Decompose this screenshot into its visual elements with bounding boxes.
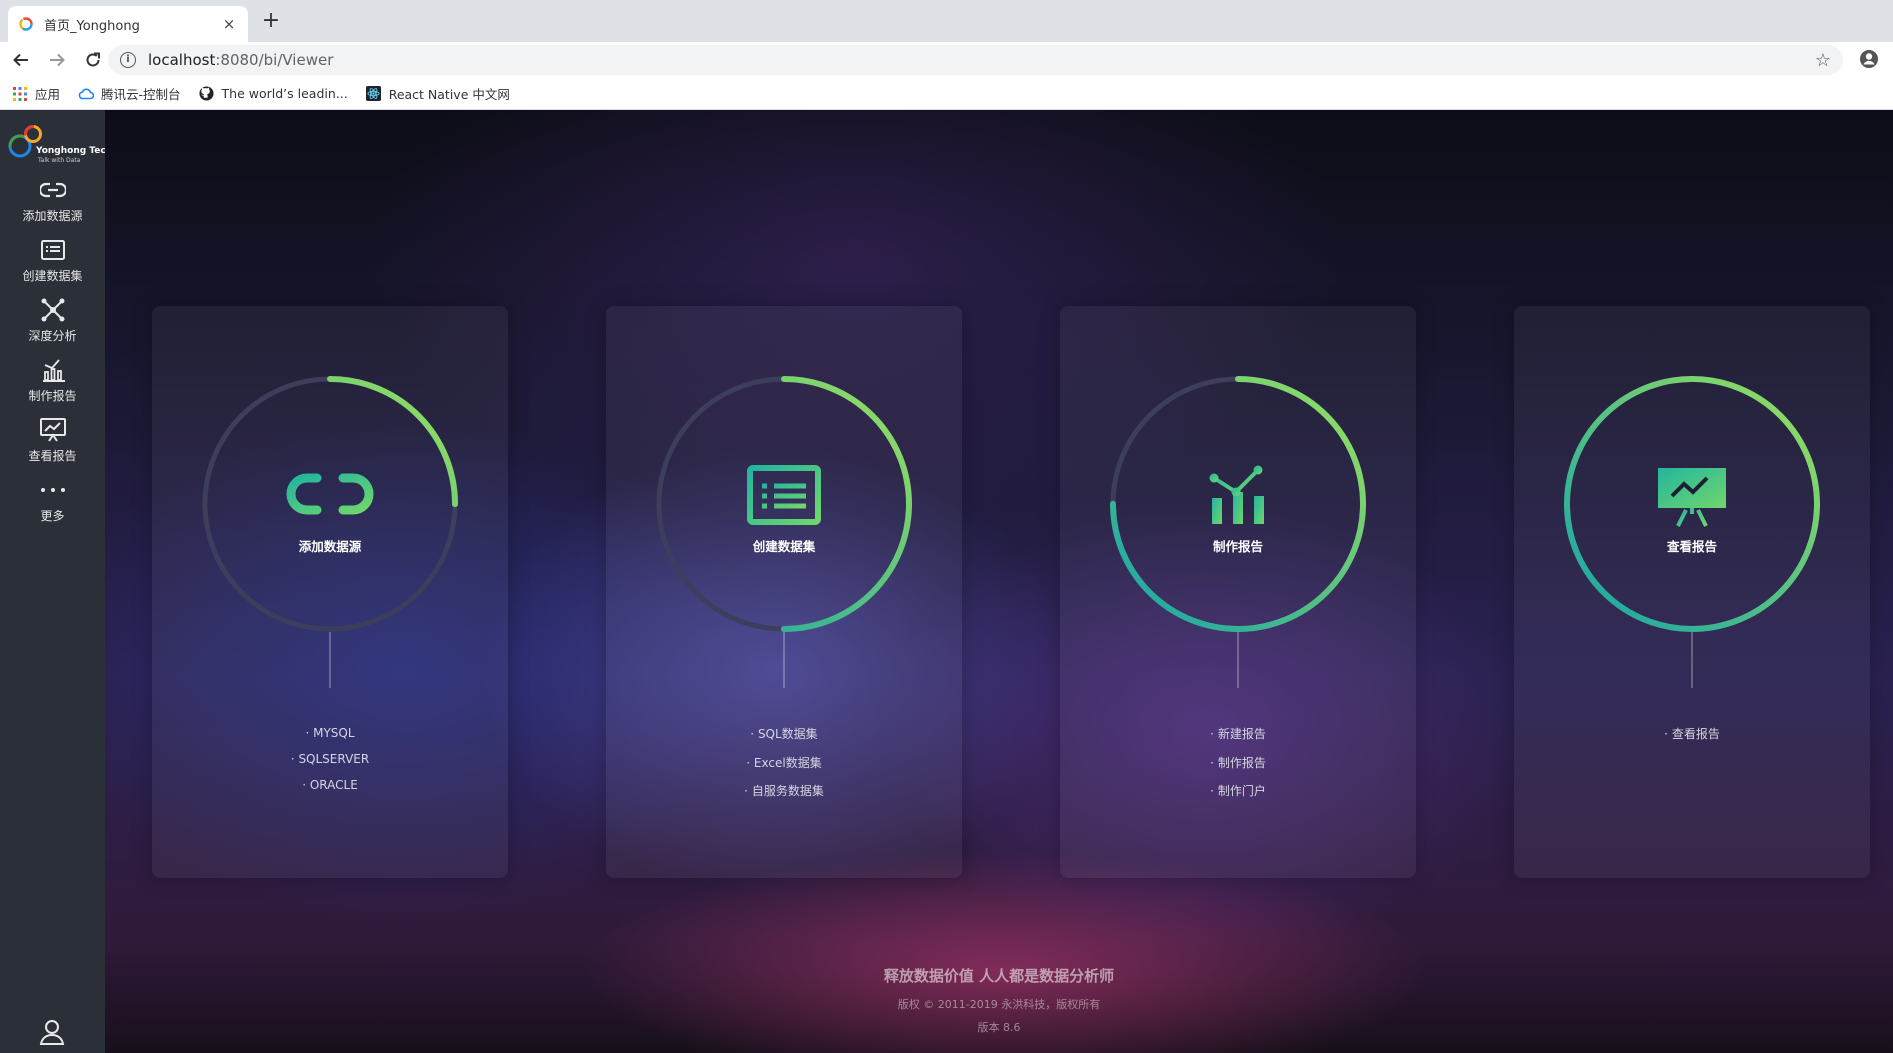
logo-slogan: Talk with Data [38, 157, 81, 164]
sidebar-item-view-report[interactable]: 查看报告 [0, 416, 105, 472]
url-host: localhost [148, 51, 216, 69]
browser-toolbar: i localhost:8080/bi/Viewer ☆ [0, 42, 1893, 78]
link-new-report[interactable]: 新建报告 [1210, 720, 1266, 749]
link-sqlserver[interactable]: SQLSERVER [291, 746, 369, 772]
react-icon [366, 86, 382, 102]
tencent-cloud-icon [78, 86, 95, 102]
bookmark-label: 应用 [35, 87, 61, 102]
main-content: 添加数据源 MYSQL SQLSERVER ORACLE 创建数据集 SQL数据… [105, 110, 1893, 1053]
bookmark-star-icon[interactable]: ☆ [1815, 50, 1831, 71]
sidebar-item-add-datasource[interactable]: 添加数据源 [0, 176, 105, 232]
presentation-icon [38, 416, 68, 444]
tab-title: 首页_Yonghong [44, 18, 140, 34]
sidebar-item-label: 深度分析 [28, 329, 77, 343]
app-viewport: Yonghong Tech Talk with Data 添加数据源 创建数据集… [0, 110, 1893, 1053]
sidebar-item-label: 添加数据源 [22, 209, 83, 223]
url-path: :8080/bi/Viewer [215, 51, 334, 69]
address-url[interactable]: localhost:8080/bi/Viewer [148, 51, 1815, 69]
bookmarks-bar: 应用 腾讯云-控制台 The world’s leadin... React N… [0, 78, 1893, 110]
arrow-right-icon [50, 53, 65, 67]
site-info-icon[interactable]: i [120, 52, 136, 68]
dataset-icon [38, 236, 68, 264]
card-view-report[interactable]: 查看报告 查看报告 [1514, 306, 1870, 878]
reload-icon [86, 52, 100, 67]
card-links: 新建报告 制作报告 制作门户 [1060, 720, 1416, 806]
address-bar[interactable]: i localhost:8080/bi/Viewer ☆ [108, 45, 1843, 75]
link-make-portal[interactable]: 制作门户 [1210, 777, 1266, 806]
link-sql-dataset[interactable]: SQL数据集 [750, 720, 818, 749]
profile-icon[interactable] [1859, 49, 1879, 69]
card-divider [1237, 632, 1239, 688]
card-make-report[interactable]: 制作报告 新建报告 制作报告 制作门户 [1060, 306, 1416, 878]
bookmark-github[interactable]: The world’s leadin... [199, 86, 348, 102]
user-icon[interactable] [38, 1018, 66, 1046]
sidebar-item-label: 制作报告 [28, 389, 77, 403]
apps-grid-icon [12, 86, 28, 102]
link-make-report[interactable]: 制作报告 [1210, 749, 1266, 778]
sidebar: Yonghong Tech Talk with Data 添加数据源 创建数据集… [0, 110, 112, 1053]
bookmark-label: 腾讯云-控制台 [101, 87, 181, 102]
sidebar-item-deep-analysis[interactable]: 深度分析 [0, 296, 105, 352]
sidebar-item-label: 更多 [40, 509, 65, 523]
bookmark-react-native[interactable]: React Native 中文网 [366, 84, 510, 103]
footer-copyright: 版权 © 2011-2019 永洪科技，版权所有 [897, 998, 1101, 1011]
link-view-report[interactable]: 查看报告 [1664, 720, 1720, 749]
card-create-dataset[interactable]: 创建数据集 SQL数据集 Excel数据集 自服务数据集 [606, 306, 962, 878]
card-title: 创建数据集 [752, 539, 816, 554]
sidebar-item-more[interactable]: 更多 [0, 476, 105, 532]
github-icon [199, 86, 215, 102]
card-title: 制作报告 [1212, 539, 1263, 554]
sidebar-item-label: 创建数据集 [22, 269, 83, 283]
yonghong-logo[interactable]: Yonghong Tech Talk with Data [6, 120, 112, 172]
card-links: MYSQL SQLSERVER ORACLE [152, 720, 508, 798]
card-title: 添加数据源 [298, 539, 362, 554]
sidebar-item-create-dataset[interactable]: 创建数据集 [0, 236, 105, 292]
footer-slogan: 释放数据价值 人人都是数据分析师 [883, 967, 1115, 985]
bookmark-label: The world’s leadin... [221, 86, 348, 101]
link-self-service-dataset[interactable]: 自服务数据集 [744, 777, 824, 806]
bookmark-label: React Native 中文网 [388, 87, 510, 102]
card-divider [783, 632, 785, 688]
back-button[interactable] [6, 45, 36, 75]
footer-version: 版本 8.6 [977, 1021, 1021, 1034]
bar-chart-icon [1060, 464, 1416, 529]
bar-chart-icon [38, 356, 68, 384]
presentation-icon [1514, 464, 1870, 528]
network-icon [38, 296, 68, 324]
link-icon [152, 464, 508, 528]
card-divider [329, 632, 331, 688]
forward-button[interactable] [42, 45, 72, 75]
more-icon [38, 476, 68, 504]
browser-tabbar: 首页_Yonghong × + [0, 0, 1893, 42]
reload-button[interactable] [78, 45, 108, 75]
card-links: 查看报告 [1514, 720, 1870, 749]
card-links: SQL数据集 Excel数据集 自服务数据集 [606, 720, 962, 806]
logo-name: Yonghong Tech [36, 146, 113, 156]
yonghong-favicon-icon [18, 16, 34, 32]
new-tab-button[interactable]: + [260, 10, 282, 32]
dataset-icon [606, 464, 962, 528]
sidebar-item-make-report[interactable]: 制作报告 [0, 356, 105, 412]
card-divider [1691, 632, 1693, 688]
browser-tab[interactable]: 首页_Yonghong × [8, 6, 248, 42]
tab-close-icon[interactable]: × [220, 15, 238, 33]
sidebar-item-label: 查看报告 [28, 449, 77, 463]
link-mysql[interactable]: MYSQL [305, 720, 354, 746]
bookmark-apps[interactable]: 应用 [12, 84, 60, 103]
link-oracle[interactable]: ORACLE [302, 772, 358, 798]
link-excel-dataset[interactable]: Excel数据集 [746, 749, 822, 778]
arrow-left-icon [13, 53, 28, 67]
card-add-datasource[interactable]: 添加数据源 MYSQL SQLSERVER ORACLE [152, 306, 508, 878]
link-icon [38, 176, 68, 204]
bookmark-tencent-cloud[interactable]: 腾讯云-控制台 [78, 84, 181, 103]
card-title: 查看报告 [1666, 539, 1717, 554]
